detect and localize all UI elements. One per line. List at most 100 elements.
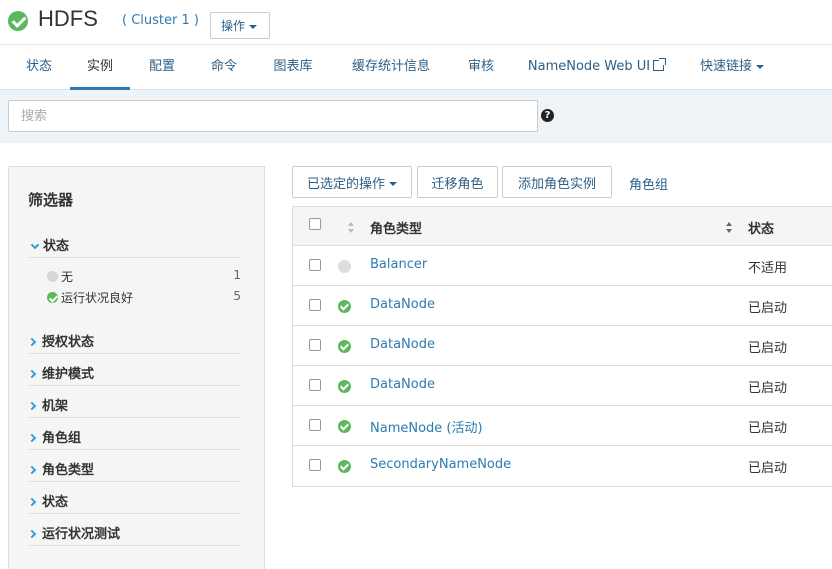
filter-item-count: 5 [233,289,241,303]
row-checkbox[interactable] [309,379,321,391]
health-good-icon [338,420,351,433]
role-state: 已启动 [748,301,788,316]
row-checkbox[interactable] [309,259,321,271]
table-row: DataNode 已启动 [293,326,832,366]
caret-down-icon [756,64,764,69]
chevron-right-icon [27,401,37,410]
tab-cache-statistics[interactable]: 缓存统计信息 [341,45,441,90]
filter-section-rack[interactable]: 机架 [27,395,69,414]
select-all-checkbox[interactable] [309,218,321,230]
chevron-right-icon [27,369,37,378]
row-checkbox[interactable] [309,459,321,471]
role-state: 已启动 [748,421,788,436]
column-header-state[interactable]: 状态 [748,218,774,237]
tab-label: 审核 [467,59,494,74]
divider [29,257,241,258]
tab-quick-links[interactable]: 快速链接 [690,45,774,90]
selected-actions-button[interactable]: 已选定的操作 [292,166,412,198]
tab-label: 命令 [210,59,237,74]
help-icon[interactable]: ? [541,109,554,122]
divider [29,417,241,418]
external-link-icon [653,58,667,71]
filter-section-label: 状态 [43,239,70,254]
role-state: 已启动 [748,341,788,356]
divider [29,353,241,354]
row-checkbox[interactable] [309,419,321,431]
button-label: 已选定的操作 [306,176,385,192]
role-link[interactable]: SecondaryNameNode [370,457,511,472]
caret-down-icon [249,24,258,29]
filter-section-role-group[interactable]: 角色组 [27,427,81,446]
chevron-right-icon [27,337,37,346]
divider [29,449,241,450]
migrate-roles-button[interactable]: 迁移角色 [417,166,498,198]
table-row: DataNode 已启动 [293,286,832,326]
tab-namenode-web-ui[interactable]: NameNode Web UI [522,45,670,90]
health-good-icon [47,292,58,303]
cluster-link[interactable]: ( Cluster 1 ) [122,13,199,28]
filter-section-health-tests[interactable]: 运行状况测试 [27,523,120,542]
role-link[interactable]: DataNode [370,297,435,312]
tab-configuration[interactable]: 配置 [139,45,185,90]
row-checkbox[interactable] [309,299,321,311]
filter-section-status[interactable]: 状态 [29,235,69,254]
chevron-right-icon [27,497,37,506]
filter-section-label: 状态 [42,495,69,510]
role-link[interactable]: DataNode [370,377,435,392]
service-health-ok-icon [8,11,28,31]
row-checkbox[interactable] [309,339,321,351]
health-good-icon [338,460,351,473]
filter-section-maintenance-mode[interactable]: 维护模式 [27,363,95,382]
tab-label: 快速链接 [699,59,752,74]
service-header: HDFS ( Cluster 1 ) 操作 [0,0,832,44]
filter-item-count: 1 [233,268,241,282]
actions-dropdown-button[interactable]: 操作 [210,12,270,39]
health-none-icon [47,271,58,282]
filter-item-label: 无 [61,270,74,284]
button-label: 迁移角色 [431,176,484,192]
tab-instances[interactable]: 实例 [70,45,130,90]
filter-panel: 筛选器 状态 无 1 运行状况良好 5 授权状态 维护模式 机架 角色组 角色类… [8,166,265,569]
service-tabs: 状态 实例 配置 命令 图表库 缓存统计信息 审核 NameNode Web U… [0,44,832,90]
role-link[interactable]: NameNode (活动) [370,417,483,436]
filter-section-commission-state[interactable]: 授权状态 [27,331,94,350]
divider [29,385,241,386]
tab-label: 配置 [148,59,175,74]
filter-item-good-health[interactable]: 运行状况良好 5 [47,289,241,306]
search-bar: ? [0,90,832,143]
filter-item-none[interactable]: 无 1 [47,268,241,285]
role-state: 已启动 [748,381,788,396]
divider [29,513,241,514]
add-role-instance-button[interactable]: 添加角色实例 [502,166,612,198]
role-link[interactable]: DataNode [370,337,435,352]
tab-label: 图表库 [273,59,313,74]
filter-section-label: 机架 [42,399,69,414]
role-groups-link[interactable]: 角色组 [629,174,668,193]
tab-label: 状态 [25,59,52,74]
divider [29,481,241,482]
button-label: 添加角色实例 [517,176,596,192]
filter-section-state[interactable]: 状态 [27,491,69,510]
search-input[interactable] [8,100,538,132]
table-header: 角色类型 状态 [293,207,832,246]
health-good-icon [338,300,351,313]
filter-section-label: 角色类型 [42,463,95,478]
filter-section-role-type[interactable]: 角色类型 [27,459,95,478]
role-link[interactable]: Balancer [370,257,427,272]
tab-commands[interactable]: 命令 [201,45,247,90]
tab-label: 实例 [86,59,113,74]
table-row: DataNode 已启动 [293,366,832,406]
service-title: HDFS [38,6,98,31]
sort-icon[interactable] [726,222,733,233]
table-row: Balancer 不适用 [293,246,832,286]
table-row: SecondaryNameNode 已启动 [293,446,832,486]
tab-label: NameNode Web UI [527,59,651,74]
tab-audits[interactable]: 审核 [458,45,504,90]
tab-status[interactable]: 状态 [16,45,62,90]
filter-section-label: 维护模式 [42,367,95,382]
health-good-icon [338,380,351,393]
tab-charts-library[interactable]: 图表库 [264,45,322,90]
column-header-role-type[interactable]: 角色类型 [370,218,422,237]
sort-icon[interactable] [348,222,355,233]
actions-dropdown-label: 操作 [221,19,246,33]
